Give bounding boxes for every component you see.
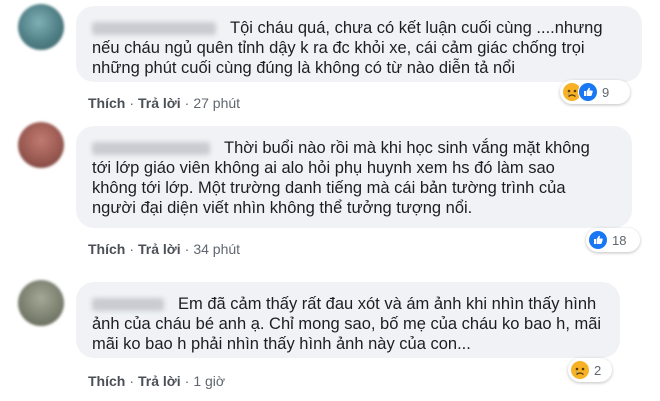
reaction-count: 18	[612, 232, 627, 248]
like-icon	[588, 230, 608, 250]
comment-actions: Thích · Trả lời · 1 giờ	[88, 373, 225, 389]
timestamp[interactable]: 27 phút	[193, 95, 240, 111]
avatar[interactable]	[18, 122, 64, 168]
separator: ·	[129, 95, 135, 111]
separator: ·	[129, 373, 135, 389]
reaction-summary[interactable]: 18	[586, 228, 640, 252]
separator: ·	[184, 95, 190, 111]
comment-line: mãi ko bao h phải nhìn thấy hình ảnh này…	[92, 335, 471, 353]
comment-line: Tội cháu quá, chưa có kết luận cuối cùng…	[92, 18, 626, 38]
reaction-summary[interactable]: 9	[560, 80, 630, 104]
comment-line: Em đã cảm thấy rất đau xót và ám ảnh khi…	[92, 294, 604, 314]
avatar[interactable]	[18, 280, 64, 326]
comment-line: người đại diện viết nhìn không thể tưởng…	[92, 199, 473, 217]
author-name-blurred[interactable]	[92, 142, 210, 156]
comment-actions: Thích · Trả lời · 34 phút	[88, 241, 240, 257]
comment-line: Thời buổi nào rồi mà khi học sinh vắng m…	[92, 138, 616, 158]
timestamp[interactable]: 34 phút	[193, 241, 240, 257]
like-link[interactable]: Thích	[88, 95, 125, 111]
comment-line: không tới lớp. Một trường danh tiếng mà …	[92, 179, 566, 197]
avatar[interactable]	[18, 4, 64, 50]
comment-line: ảnh của cháu bé anh ạ. Chỉ mong sao, bố …	[92, 315, 602, 333]
like-link[interactable]: Thích	[88, 241, 125, 257]
comment-bubble: Thời buổi nào rồi mà khi học sinh vắng m…	[76, 126, 632, 228]
reply-link[interactable]: Trả lời	[138, 373, 181, 389]
comment-line: tới lớp giáo viên không ai alo hỏi phụ h…	[92, 159, 555, 177]
like-link[interactable]: Thích	[88, 373, 125, 389]
separator: ·	[129, 241, 135, 257]
like-icon	[578, 82, 598, 102]
comment-line: nếu cháu ngủ quên tỉnh dậy k ra đc khỏi …	[92, 39, 585, 57]
reply-link[interactable]: Trả lời	[138, 95, 181, 111]
comment-feed: Tội cháu quá, chưa có kết luận cuối cùng…	[0, 0, 660, 401]
reaction-summary[interactable]: 2	[568, 358, 612, 382]
comment-line: những phút cuối cùng đúng là không có từ…	[92, 59, 515, 77]
comment-actions: Thích · Trả lời · 27 phút	[88, 95, 240, 111]
author-name-blurred[interactable]	[92, 22, 216, 36]
reaction-count: 9	[602, 84, 610, 100]
reply-link[interactable]: Trả lời	[138, 241, 181, 257]
separator: ·	[184, 373, 190, 389]
reaction-count: 2	[594, 362, 602, 378]
comment-bubble: Tội cháu quá, chưa có kết luận cuối cùng…	[76, 6, 642, 82]
author-name-blurred[interactable]	[92, 298, 164, 312]
separator: ·	[184, 241, 190, 257]
sad-icon	[570, 360, 590, 380]
comment-bubble: Em đã cảm thấy rất đau xót và ám ảnh khi…	[76, 282, 620, 358]
timestamp[interactable]: 1 giờ	[193, 373, 225, 389]
